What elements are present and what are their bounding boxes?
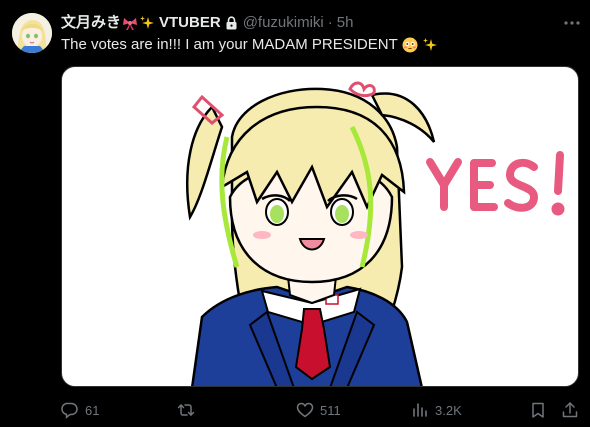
like-button[interactable]: 511 bbox=[296, 399, 341, 421]
more-icon[interactable] bbox=[561, 12, 583, 34]
tweet-header: 文月みき VTUBER @fuzukimiki · 5h bbox=[61, 13, 353, 33]
tweet-text: The votes are in!!! I am your MADAM PRES… bbox=[61, 35, 438, 55]
yes-drawn-text bbox=[426, 151, 565, 216]
separator-dot: · bbox=[327, 14, 333, 31]
share-icon bbox=[561, 401, 579, 419]
display-name-suffix: VTUBER bbox=[159, 14, 221, 31]
like-count: 511 bbox=[320, 402, 341, 418]
lock-icon bbox=[225, 16, 238, 30]
sparkles-emoji bbox=[422, 37, 438, 53]
like-icon bbox=[296, 401, 314, 419]
tweet-text-content: The votes are in!!! I am your MADAM PRES… bbox=[61, 36, 398, 53]
avatar[interactable] bbox=[12, 13, 52, 53]
handle[interactable]: @fuzukimiki bbox=[243, 13, 324, 33]
timestamp[interactable]: 5h bbox=[337, 13, 354, 33]
bookmark-button[interactable] bbox=[529, 399, 547, 421]
bookmark-icon bbox=[529, 401, 547, 419]
display-name[interactable]: 文月みき bbox=[61, 13, 121, 33]
drawing-illustration bbox=[186, 81, 565, 386]
action-bar: 61 511 3.2K bbox=[61, 399, 579, 421]
flushed-emoji bbox=[402, 37, 418, 53]
retweet-button[interactable] bbox=[177, 399, 201, 421]
reply-button[interactable]: 61 bbox=[61, 399, 99, 421]
tweet-image[interactable] bbox=[61, 66, 579, 387]
sparkles-emoji bbox=[139, 15, 155, 31]
reply-count: 61 bbox=[85, 402, 100, 418]
retweet-icon bbox=[177, 401, 195, 419]
tweet[interactable]: 文月みき VTUBER @fuzukimiki · 5h The votes a… bbox=[0, 0, 590, 427]
ribbon-emoji bbox=[122, 15, 138, 31]
views-button[interactable]: 3.2K bbox=[411, 399, 462, 421]
views-count: 3.2K bbox=[435, 402, 462, 418]
views-icon bbox=[411, 401, 429, 419]
reply-icon bbox=[61, 401, 79, 419]
share-button[interactable] bbox=[561, 399, 579, 421]
